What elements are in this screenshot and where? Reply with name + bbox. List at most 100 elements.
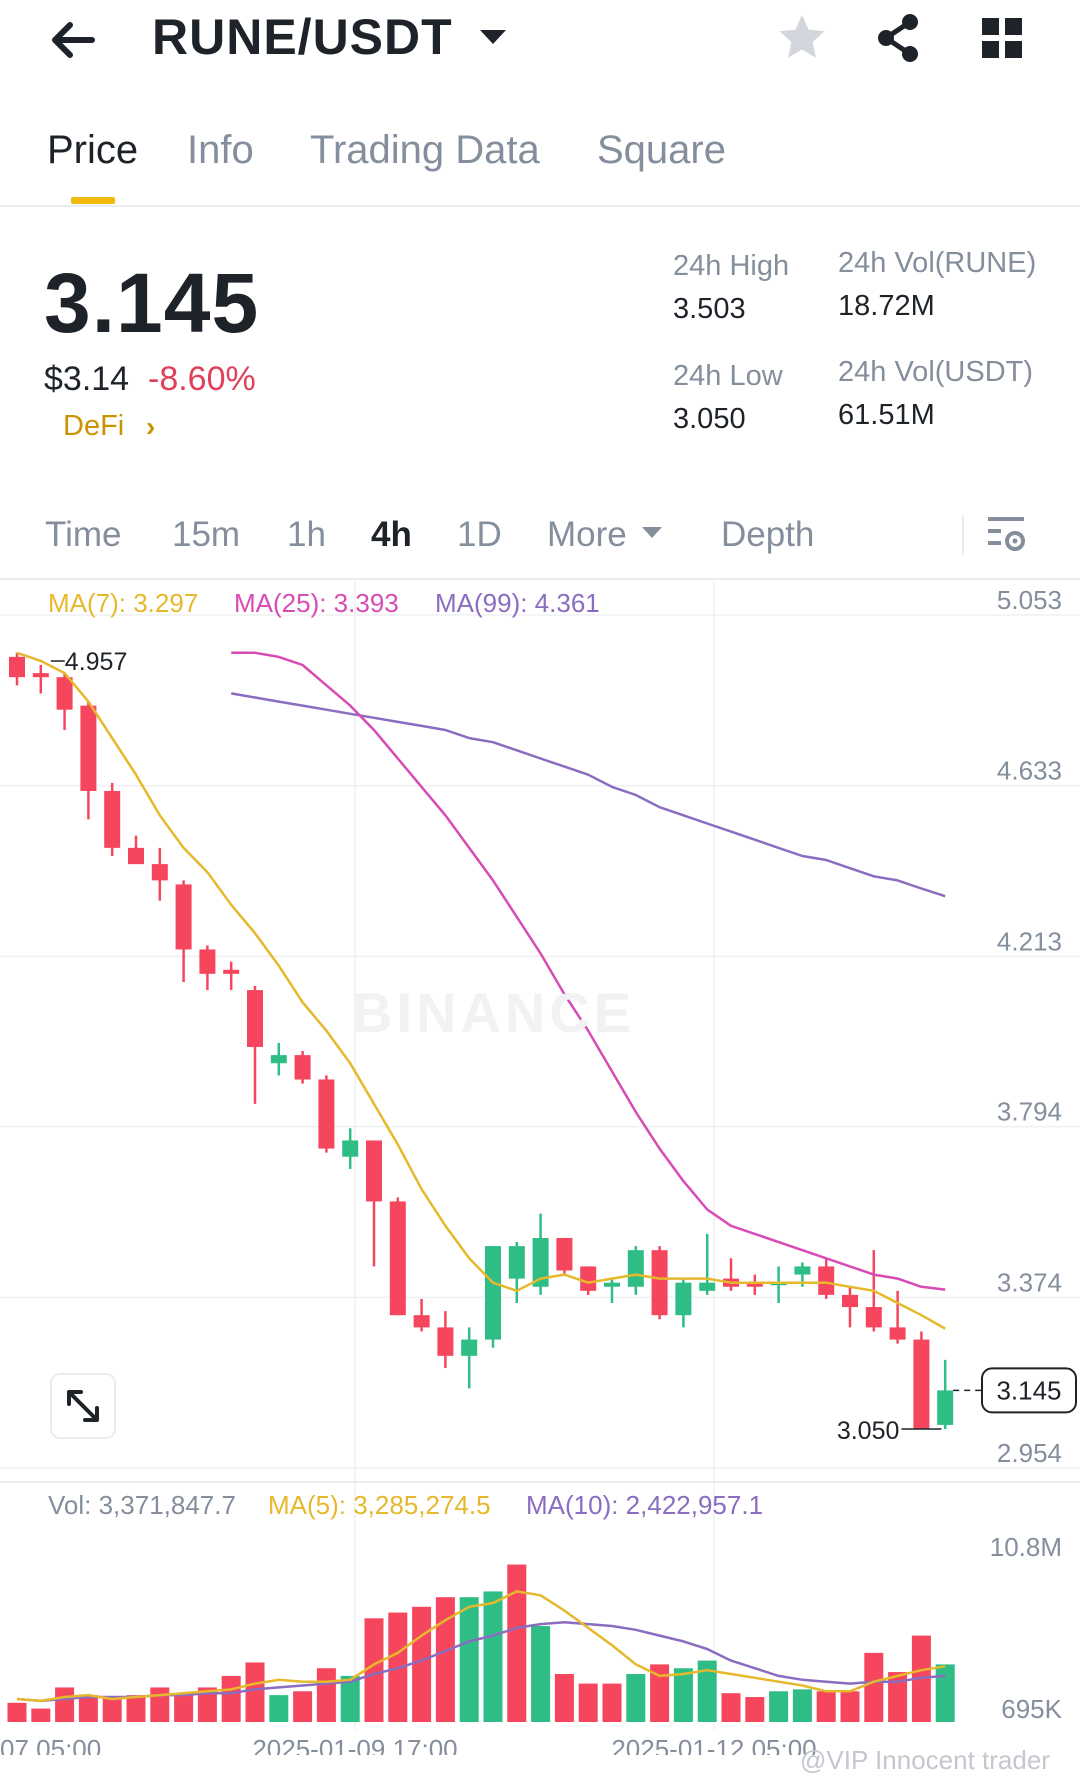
category-tag[interactable]: DeFi <box>63 410 124 443</box>
volume-bar <box>78 1695 98 1722</box>
price-change: -8.60% <box>148 360 256 398</box>
price-axis-label: 4.213 <box>997 926 1062 956</box>
tab-info[interactable]: Info <box>187 128 254 173</box>
candle-body <box>247 990 263 1047</box>
candle-body <box>699 1282 716 1291</box>
stat-vol-quote-label: 24h Vol(USDT) <box>838 356 1034 388</box>
candle-body <box>32 673 49 678</box>
stat-vol-base-label: 24h Vol(RUNE) <box>838 247 1037 279</box>
tab-price[interactable]: Price <box>47 128 138 173</box>
pair-title[interactable]: RUNE/USDT <box>152 8 453 66</box>
volume-bar <box>507 1564 527 1722</box>
time-axis-label: 2025-01-09 17:00 <box>252 1734 457 1755</box>
volume-bar <box>769 1691 789 1722</box>
interval-more[interactable]: More <box>547 515 627 555</box>
ma25-line <box>231 651 946 1291</box>
ma99-legend: MA(99): 4.361 <box>435 588 600 618</box>
volume-bar <box>126 1695 146 1722</box>
candle-body <box>437 1327 454 1356</box>
volume-bar <box>7 1702 27 1722</box>
current-price-label: 3.145 <box>996 1375 1061 1405</box>
volume-bar <box>55 1687 75 1722</box>
volume-bar <box>554 1674 574 1722</box>
high-marker-label: 4.957 <box>65 648 128 676</box>
divider <box>962 515 964 555</box>
binance-watermark: BINANCE <box>352 981 636 1044</box>
volume-ma10-legend: MA(10): 2,422,957.1 <box>526 1490 764 1520</box>
ma25-legend: MA(25): 3.393 <box>234 588 399 618</box>
tab-trading-data[interactable]: Trading Data <box>310 128 540 173</box>
interval-time[interactable]: Time <box>45 515 121 555</box>
volume-bar <box>245 1662 265 1722</box>
candle-body <box>223 969 240 974</box>
volume-bar <box>412 1606 432 1722</box>
stat-high-value: 3.503 <box>673 293 746 325</box>
volume-bar <box>483 1591 503 1722</box>
volume-bar <box>293 1691 313 1722</box>
candle-body <box>56 677 73 710</box>
stat-vol-quote-value: 61.51M <box>838 399 935 431</box>
volume-bar <box>935 1664 955 1722</box>
interval-1d[interactable]: 1D <box>457 515 502 555</box>
volume-bar <box>626 1674 646 1722</box>
volume-bar <box>316 1668 336 1722</box>
grid-icon[interactable] <box>974 10 1030 66</box>
volume-bar <box>102 1697 122 1722</box>
candle-body <box>580 1266 597 1291</box>
candle-body <box>128 847 144 865</box>
candle-body <box>294 1055 311 1080</box>
volume-ma5-line <box>16 1590 946 1703</box>
volume-bar <box>792 1689 812 1722</box>
volume-bar <box>864 1652 884 1722</box>
volume-bar <box>174 1693 194 1722</box>
arrow-left-icon[interactable] <box>44 10 104 70</box>
interval-1h[interactable]: 1h <box>287 515 326 555</box>
chart-settings-icon[interactable] <box>985 513 1029 557</box>
expand-chart-button[interactable] <box>50 1373 116 1439</box>
top-bar: RUNE/USDT <box>0 0 1080 90</box>
volume-bar <box>269 1695 289 1722</box>
interval-4h[interactable]: 4h <box>371 515 412 555</box>
candle-body <box>104 790 121 848</box>
volume-bar <box>840 1691 860 1722</box>
volume-bar <box>578 1683 598 1722</box>
divider <box>0 205 1080 207</box>
price-axis-label: 3.374 <box>997 1267 1062 1297</box>
price-axis-label: 5.053 <box>997 585 1062 615</box>
candle-body <box>80 705 97 791</box>
share-icon[interactable] <box>870 10 926 66</box>
stat-vol-base-value: 18.72M <box>838 290 935 322</box>
volume-bar <box>745 1697 765 1722</box>
candle-body <box>199 949 216 974</box>
candle-body <box>366 1140 382 1202</box>
active-tab-indicator <box>71 197 115 204</box>
candle-body <box>508 1246 525 1279</box>
candle-body <box>651 1250 668 1316</box>
volume-legend: Vol: 3,371,847.7 <box>48 1490 236 1520</box>
volume-ma5-legend: MA(5): 3,285,274.5 <box>268 1490 491 1520</box>
volume-bar <box>816 1691 836 1722</box>
more-dropdown-icon[interactable] <box>642 527 662 538</box>
volume-bar <box>31 1708 51 1722</box>
interval-15m[interactable]: 15m <box>172 515 240 555</box>
star-icon[interactable] <box>774 10 830 66</box>
volume-axis-label: 695K <box>1001 1694 1062 1724</box>
depth-tab[interactable]: Depth <box>721 515 814 555</box>
candle-body <box>937 1390 954 1425</box>
time-axis-label: 07 05:00 <box>0 1734 101 1755</box>
usd-price: $3.14 <box>44 360 130 398</box>
candle-body <box>627 1250 644 1287</box>
volume-bar <box>150 1687 170 1722</box>
price-axis-label: 4.633 <box>997 756 1062 786</box>
pair-dropdown-icon[interactable] <box>480 30 506 44</box>
chevron-right-icon[interactable]: › <box>146 411 155 443</box>
candle-body <box>318 1079 335 1149</box>
candle-body <box>889 1327 906 1340</box>
tab-square[interactable]: Square <box>597 128 726 173</box>
ma7-legend: MA(7): 3.297 <box>48 588 199 618</box>
candle-body <box>342 1140 359 1157</box>
candle-body <box>151 864 168 881</box>
candle-body <box>604 1282 620 1287</box>
candlestick-chart[interactable]: 5.053 4.633 4.213 3.794 3.374 2.954 10.8M 695K 0… <box>0 575 1080 1755</box>
expand-icon <box>67 1390 99 1422</box>
